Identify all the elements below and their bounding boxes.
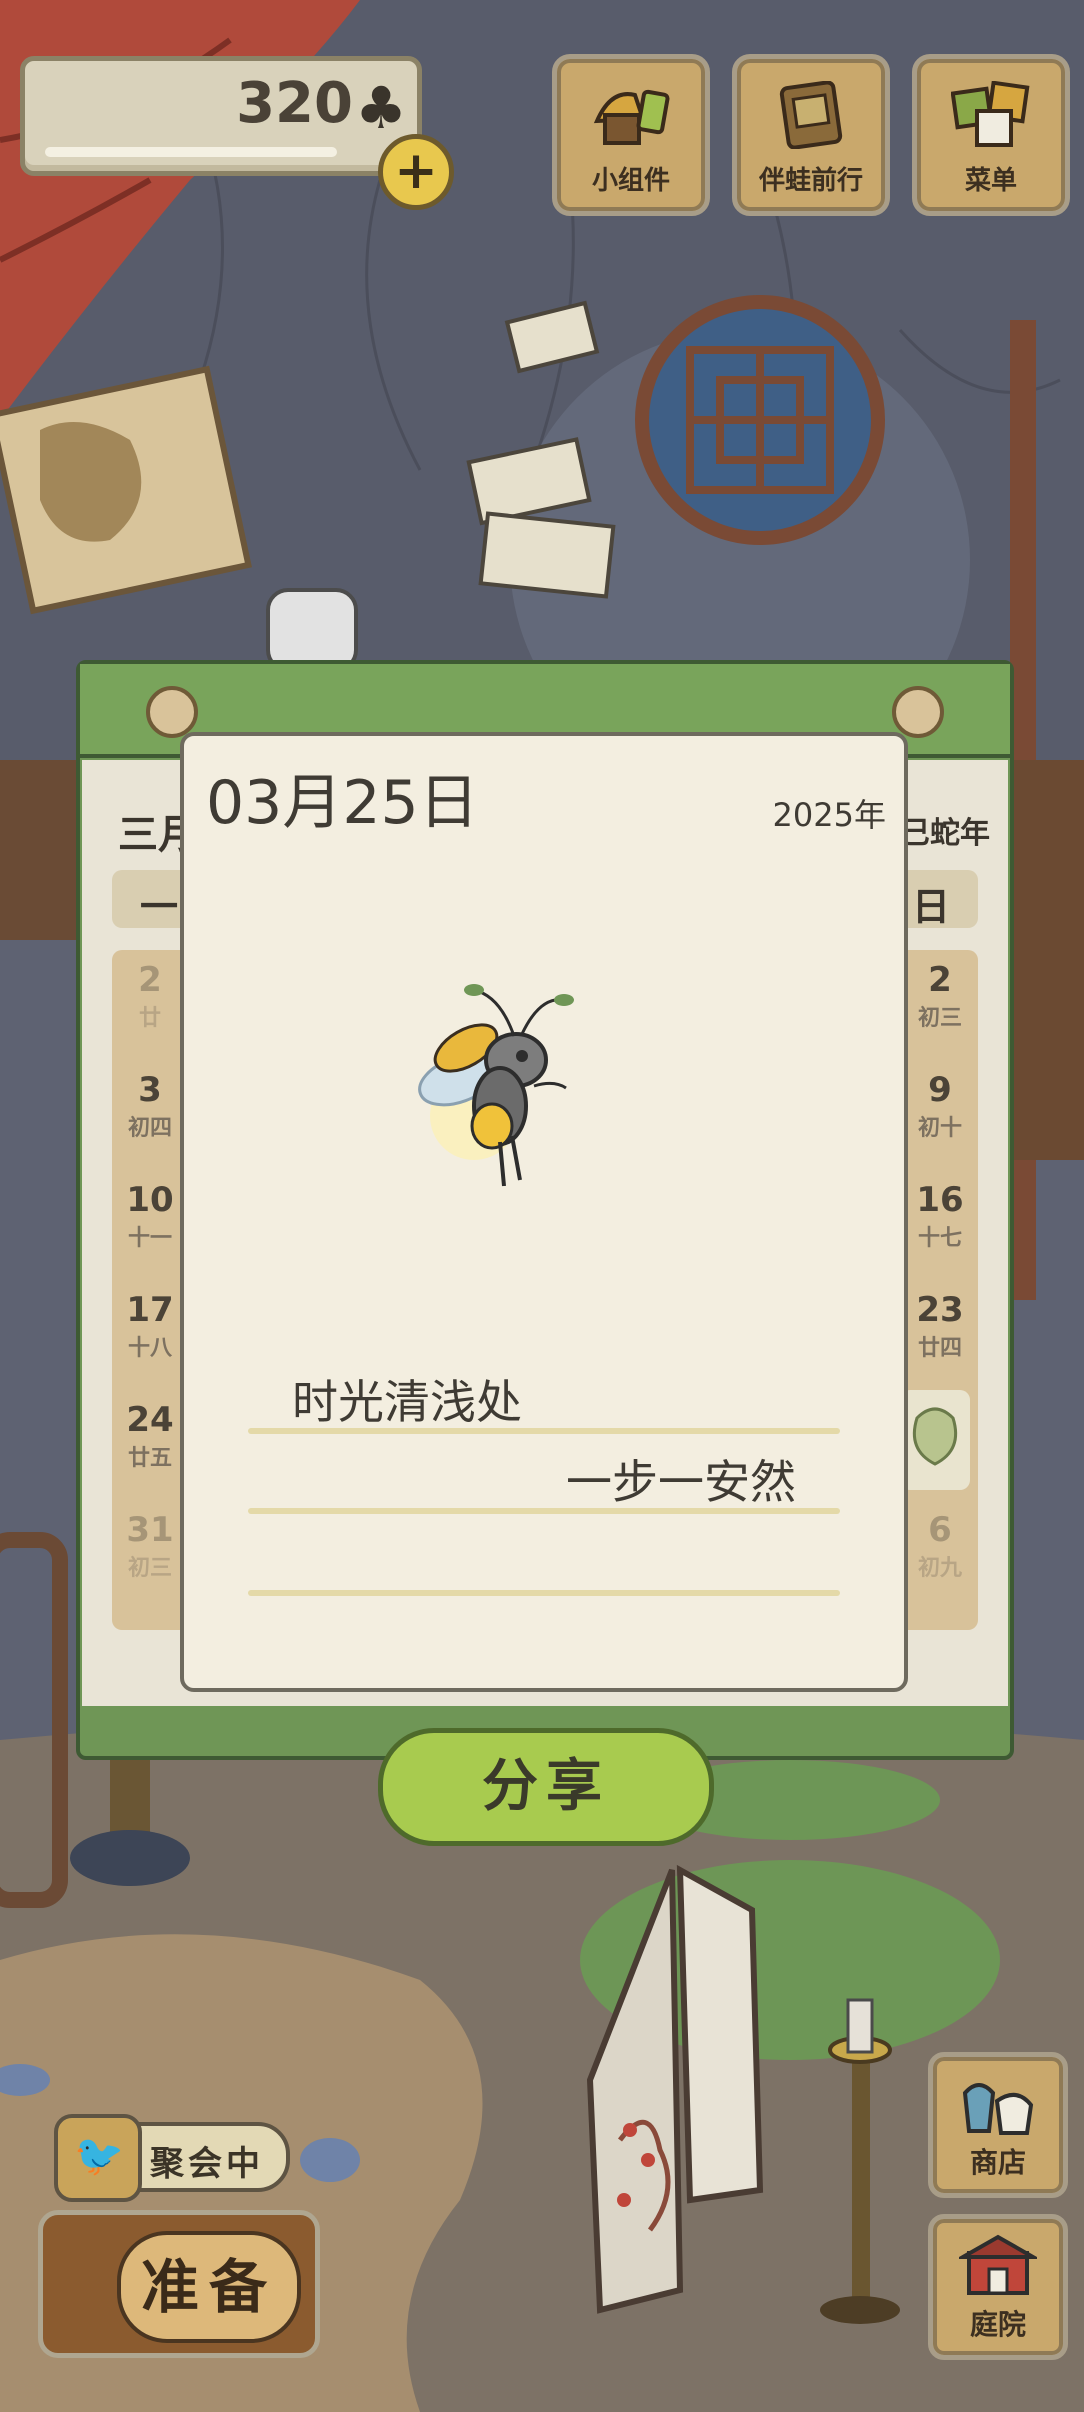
journal-label: 伴蛙前行 [758,166,863,196]
day-number: 31 [126,1510,174,1550]
bag-icon [912,1407,958,1466]
peg-right [892,686,944,738]
menu-label: 菜单 [964,166,1017,196]
widget-button[interactable]: 小组件 [552,54,710,216]
lunar-day: 十七 [917,1226,962,1251]
shop-button[interactable]: 商店 [928,2052,1068,2198]
lunar-day: 初四 [127,1116,172,1141]
shop-icon [962,2083,1034,2135]
day-card: 03月25日 2025年 时光清浅处 一步一安然 [180,732,908,1692]
lunar-day: 十八 [127,1336,172,1361]
yard-label: 庭院 [969,2308,1026,2341]
share-button[interactable]: 分享 [378,1728,714,1846]
day-cell[interactable]: 2廿 [120,960,180,1032]
day-card-year: 2025年 [772,796,886,834]
clover-bar [45,147,337,157]
day-cell[interactable]: 24 廿五 [120,1400,180,1472]
journal-icon [779,81,843,149]
weekday-sunday: 日 [911,885,950,929]
lunar-day: 廿四 [917,1336,962,1361]
widget-icon [593,89,670,145]
day-cell[interactable]: 16 十七 [910,1180,970,1252]
clover-icon: ♣ [355,74,407,142]
menu-button[interactable]: 菜单 [912,54,1070,216]
ruled-line [248,1590,840,1596]
bird-avatar: 🐦 [54,2114,142,2202]
day-number: 10 [126,1180,174,1220]
yard-icon [959,2234,1037,2295]
day-number: 23 [916,1290,964,1330]
widget-label: 小组件 [591,166,670,196]
day-cell[interactable]: 9 初十 [910,1070,970,1142]
weekday-monday: 一 [140,885,179,929]
yard-button[interactable]: 庭院 [928,2214,1068,2360]
clover-count: 320 [236,71,353,136]
lunar-day: 十一 [127,1226,172,1251]
lunar-day: 廿 [138,1006,161,1031]
journal-button[interactable]: 伴蛙前行 [732,54,890,216]
day-number: 6 [928,1510,952,1550]
lunar-day: 初十 [917,1116,962,1141]
day-number: 24 [126,1400,174,1440]
lunar-day: 初三 [127,1556,172,1581]
day-number: 9 [928,1070,952,1110]
clover-counter: 320 ♣ [20,56,422,176]
day-card-quote-line-2: 一步一安然 [566,1455,796,1509]
lunar-day: 初三 [917,1006,962,1031]
ruled-line [248,1428,840,1434]
shop-label: 商店 [969,2146,1026,2179]
day-number: 17 [126,1290,174,1330]
bird-icon: 🐦 [74,2133,124,2179]
party-status[interactable]: 🐦 聚会中 [54,2114,290,2202]
day-cell[interactable]: 2 初三 [910,960,970,1032]
day-card-date: 03月25日 [206,768,479,838]
prepare-button[interactable]: 准备 [38,2210,320,2358]
day-number: 2 [928,960,952,1000]
day-cell[interactable]: 31 初三 [120,1510,180,1582]
day-cell[interactable]: 17 十八 [120,1290,180,1362]
lunar-day: 初九 [917,1556,962,1581]
lunar-day: 廿五 [127,1446,172,1471]
day-number: 3 [138,1070,162,1110]
peg-left [146,686,198,738]
day-cell[interactable]: 23 廿四 [910,1290,970,1362]
day-number: 16 [916,1180,964,1220]
add-clover-button[interactable]: + [378,134,454,210]
day-cell-with-item[interactable] [900,1390,970,1490]
party-status-label: 聚会中 [150,2144,264,2184]
day-cell[interactable]: 6 初九 [910,1510,970,1582]
day-number: 2 [138,960,162,1000]
day-cell[interactable]: 10 十一 [120,1180,180,1252]
prepare-label: 准备 [117,2231,301,2343]
day-card-quote-line-1: 时光清浅处 [292,1375,522,1429]
ruled-line [248,1508,840,1514]
firefly-illustration [418,984,574,1187]
day-cell[interactable]: 3 初四 [120,1070,180,1142]
menu-icon [951,81,1030,147]
